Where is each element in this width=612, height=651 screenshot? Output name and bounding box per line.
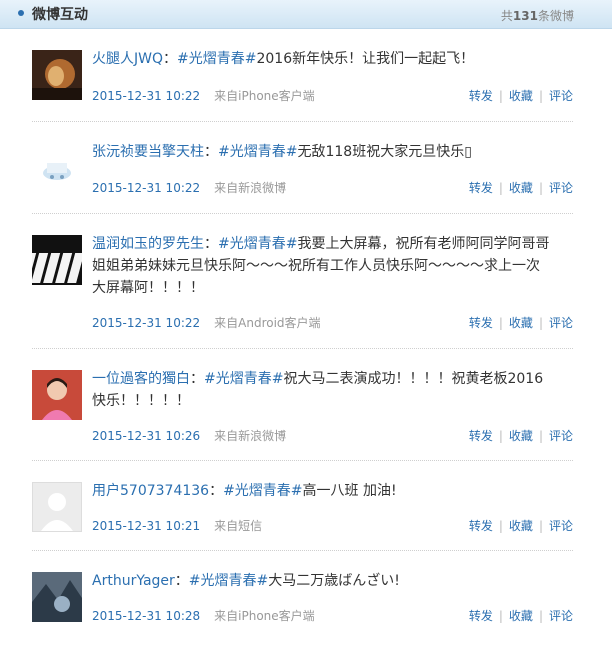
post-count: 共131条微博 <box>500 9 574 23</box>
favorite-button[interactable]: 收藏 <box>509 609 533 623</box>
comment-button[interactable]: 评论 <box>549 609 573 623</box>
avatar[interactable] <box>32 572 82 622</box>
comment-button[interactable]: 评论 <box>549 519 573 533</box>
author-link[interactable]: 用户5707374136 <box>92 483 209 499</box>
post-actions: 转发 | 收藏 | 评论 <box>468 316 573 330</box>
comment-button[interactable]: 评论 <box>549 89 573 103</box>
section-title: 微博互动 <box>32 7 88 23</box>
repost-button[interactable]: 转发 <box>469 89 493 103</box>
post-source: 来自新浪微博 <box>214 429 287 443</box>
post-date[interactable]: 2015-12-31 10:22 <box>92 316 200 330</box>
comment-button[interactable]: 评论 <box>549 181 573 195</box>
post-date[interactable]: 2015-12-31 10:26 <box>92 429 200 443</box>
section-header: 微博互动 共131条微博 <box>0 0 612 29</box>
avatar-image-icon <box>32 370 82 420</box>
post-source: 来自新浪微博 <box>214 181 287 195</box>
post-text: 火腿人JWQ：#光熠青春#2016新年快乐！让我们一起起飞！ <box>92 51 475 67</box>
favorite-button[interactable]: 收藏 <box>509 429 533 443</box>
post-text: 温润如玉的罗先生：#光熠青春#我要上大屏幕，祝所有老师阿同学阿哥哥姐姐弟弟妹妹元… <box>92 236 550 296</box>
post-date[interactable]: 2015-12-31 10:22 <box>92 181 200 195</box>
post-item: ArthurYager：#光熠青春#大马二万歳ばんざい! 2015-12-31 … <box>32 551 573 651</box>
comment-button[interactable]: 评论 <box>549 429 573 443</box>
author-link[interactable]: 火腿人JWQ <box>92 51 163 67</box>
post-actions: 转发 | 收藏 | 评论 <box>468 609 573 623</box>
avatar-image-icon <box>32 235 82 285</box>
post-meta: 2015-12-31 10:22 来自iPhone客户端 转发 | 收藏 | 评论 <box>92 87 573 104</box>
repost-button[interactable]: 转发 <box>469 316 493 330</box>
post-meta: 2015-12-31 10:26 来自新浪微博 转发 | 收藏 | 评论 <box>92 427 573 444</box>
post-item: 温润如玉的罗先生：#光熠青春#我要上大屏幕，祝所有老师阿同学阿哥哥姐姐弟弟妹妹元… <box>32 214 573 349</box>
post-source: 来自iPhone客户端 <box>214 89 315 103</box>
post-item: 张沅祯要当擎天柱：#光熠青春#无敌118班祝大家元旦快乐▯ 2015-12-31… <box>32 122 573 214</box>
post-meta: 2015-12-31 10:21 来自短信 转发 | 收藏 | 评论 <box>92 517 573 534</box>
topic-tag[interactable]: #光熠青春# <box>218 236 297 252</box>
post-meta: 2015-12-31 10:28 来自iPhone客户端 转发 | 收藏 | 评论 <box>92 607 573 624</box>
post-meta: 2015-12-31 10:22 来自Android客户端 转发 | 收藏 | 评论 <box>92 314 573 331</box>
author-link[interactable]: 张沅祯要当擎天柱 <box>92 144 204 160</box>
avatar-image-icon <box>32 50 82 100</box>
post-date[interactable]: 2015-12-31 10:21 <box>92 519 200 533</box>
post-text: 用户5707374136：#光熠青春#高一八班 加油! <box>92 483 397 499</box>
post-item: 用户5707374136：#光熠青春#高一八班 加油! 2015-12-31 1… <box>32 461 573 551</box>
avatar-image-icon <box>32 143 82 193</box>
post-source: 来自短信 <box>214 519 263 533</box>
post-actions: 转发 | 收藏 | 评论 <box>468 519 573 533</box>
avatar[interactable] <box>32 143 82 193</box>
bullet-dot-icon <box>18 10 24 16</box>
post-text: 一位過客的獨白：#光熠青春#祝大马二表演成功！！！！祝黄老板2016快乐！！！！… <box>92 371 544 409</box>
avatar[interactable] <box>32 482 82 532</box>
avatar[interactable] <box>32 235 82 285</box>
post-meta: 2015-12-31 10:22 来自新浪微博 转发 | 收藏 | 评论 <box>92 179 573 196</box>
post-date[interactable]: 2015-12-31 10:22 <box>92 89 200 103</box>
favorite-button[interactable]: 收藏 <box>509 519 533 533</box>
post-text: 张沅祯要当擎天柱：#光熠青春#无敌118班祝大家元旦快乐▯ <box>92 144 472 160</box>
topic-tag[interactable]: #光熠青春# <box>218 144 297 160</box>
repost-button[interactable]: 转发 <box>469 609 493 623</box>
topic-tag[interactable]: #光熠青春# <box>189 573 268 589</box>
post-actions: 转发 | 收藏 | 评论 <box>468 181 573 195</box>
repost-button[interactable]: 转发 <box>469 519 493 533</box>
author-link[interactable]: ArthurYager <box>92 573 175 589</box>
avatar[interactable] <box>32 50 82 100</box>
post-actions: 转发 | 收藏 | 评论 <box>468 429 573 443</box>
favorite-button[interactable]: 收藏 <box>509 316 533 330</box>
post-source: 来自iPhone客户端 <box>214 609 315 623</box>
default-user-icon <box>33 483 81 531</box>
topic-tag[interactable]: #光熠青春# <box>204 371 283 387</box>
author-link[interactable]: 一位過客的獨白 <box>92 371 190 387</box>
repost-button[interactable]: 转发 <box>469 181 493 195</box>
favorite-button[interactable]: 收藏 <box>509 89 533 103</box>
post-date[interactable]: 2015-12-31 10:28 <box>92 609 200 623</box>
avatar-image-icon <box>32 572 82 622</box>
author-link[interactable]: 温润如玉的罗先生 <box>92 236 204 252</box>
topic-tag[interactable]: #光熠青春# <box>223 483 302 499</box>
post-actions: 转发 | 收藏 | 评论 <box>468 89 573 103</box>
post-text: ArthurYager：#光熠青春#大马二万歳ばんざい! <box>92 573 400 589</box>
repost-button[interactable]: 转发 <box>469 429 493 443</box>
post-item: 火腿人JWQ：#光熠青春#2016新年快乐！让我们一起起飞！ 2015-12-3… <box>32 29 573 122</box>
post-source: 来自Android客户端 <box>214 316 321 330</box>
avatar[interactable] <box>32 370 82 420</box>
topic-tag[interactable]: #光熠青春# <box>177 51 256 67</box>
post-item: 一位過客的獨白：#光熠青春#祝大马二表演成功！！！！祝黄老板2016快乐！！！！… <box>32 349 573 461</box>
favorite-button[interactable]: 收藏 <box>509 181 533 195</box>
weibo-feed: 火腿人JWQ：#光熠青春#2016新年快乐！让我们一起起飞！ 2015-12-3… <box>32 29 573 651</box>
comment-button[interactable]: 评论 <box>549 316 573 330</box>
